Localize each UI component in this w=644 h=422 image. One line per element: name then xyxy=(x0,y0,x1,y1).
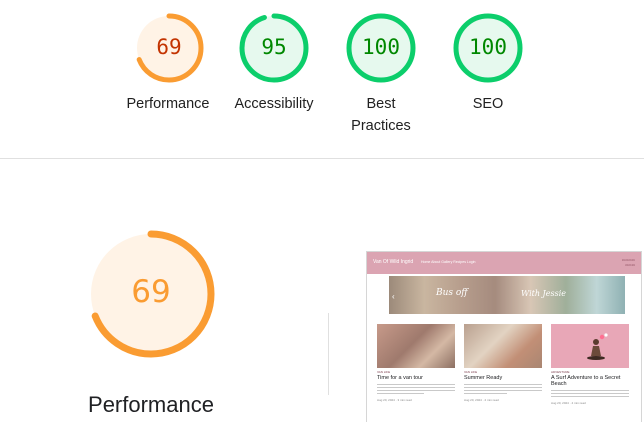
score-label-best-practices-line1: Best xyxy=(366,96,396,112)
site-logo: Van Of Wild Ingrid xyxy=(373,259,414,265)
score-label-performance: Performance xyxy=(126,96,210,112)
vertical-divider xyxy=(328,313,329,395)
card-image xyxy=(377,324,455,368)
card-date: Aug 20, 2024 · 4 min read xyxy=(551,401,586,406)
score-value-best-practices: 100 xyxy=(362,35,400,59)
site-banner: Bus off With Jessie xyxy=(389,276,625,314)
blog-card: ADVENTURE A Surf Adventure to a Secret B… xyxy=(551,324,629,405)
score-label-best-practices-line2: Practices xyxy=(351,118,411,134)
banner-prev-icon: ‹ xyxy=(392,292,395,301)
banner-left-text: Bus off xyxy=(436,288,468,298)
surfer-illustration xyxy=(587,333,608,360)
card-excerpt xyxy=(377,384,455,395)
card-excerpt xyxy=(551,390,629,398)
score-value-seo: 100 xyxy=(469,35,507,59)
final-screenshot-thumbnail[interactable]: Van Of Wild Ingrid Home About Gallery Re… xyxy=(366,251,642,422)
card-date: Aug 20, 2024 · 2 min read xyxy=(464,398,499,403)
score-label-accessibility: Accessibility xyxy=(234,96,314,112)
card-tag: VAN LIFE xyxy=(377,370,391,374)
score-label-seo: SEO xyxy=(472,96,504,112)
card-tag: VAN LIFE xyxy=(464,370,478,374)
blog-card: VAN LIFE Time for a van tour Aug 20, 202… xyxy=(377,324,455,402)
performance-detail-value: 69 xyxy=(131,274,171,310)
banner-right-text: With Jessie xyxy=(521,289,566,298)
site-header: Van Of Wild Ingrid Home About Gallery Re… xyxy=(367,252,641,274)
performance-detail-label: Performance xyxy=(88,392,214,417)
card-excerpt xyxy=(464,384,542,395)
site-nav: Home About Gallery Recipes Login xyxy=(421,260,476,264)
card-title: Summer Ready xyxy=(464,375,503,381)
site-header-right: ▭▭▭▭ ▭▭▭ xyxy=(621,258,635,267)
card-image xyxy=(551,324,629,368)
section-divider xyxy=(0,158,644,159)
card-image xyxy=(464,324,542,368)
card-title: Time for a van tour xyxy=(377,375,423,381)
blog-card: VAN LIFE Summer Ready Aug 20, 2024 · 2 m… xyxy=(464,324,542,402)
score-value-accessibility: 95 xyxy=(261,35,287,59)
card-tag: ADVENTURE xyxy=(551,370,570,374)
card-date: Aug 20, 2024 · 3 min read xyxy=(377,398,412,403)
card-title: A Surf Adventure to a Secret Beach xyxy=(551,375,621,387)
score-value-performance: 69 xyxy=(156,35,182,59)
